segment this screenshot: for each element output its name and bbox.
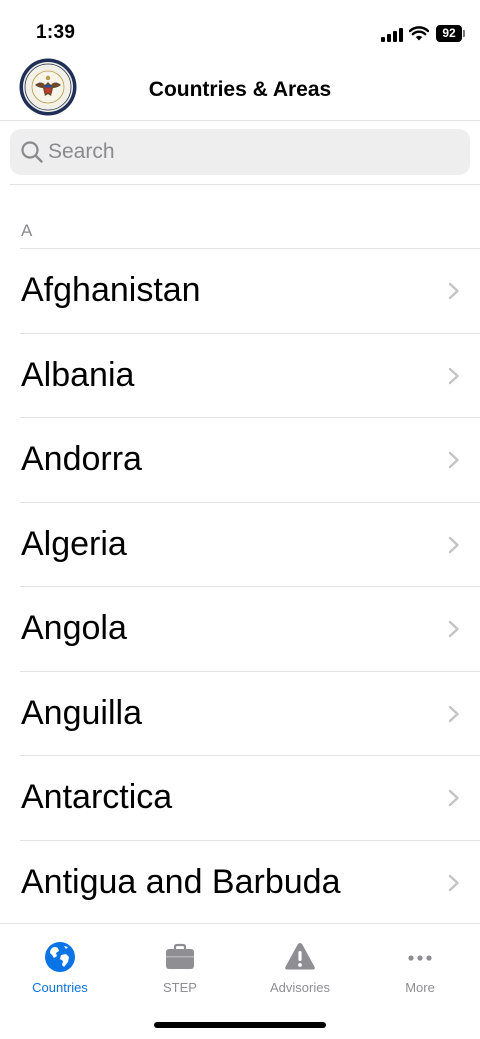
globe-icon bbox=[45, 942, 75, 972]
home-indicator[interactable] bbox=[154, 1022, 326, 1028]
country-list: Afghanistan Albania Andorra Algeria Ango… bbox=[0, 248, 480, 924]
status-bar: 1:39 92 bbox=[0, 0, 480, 56]
country-name: Anguilla bbox=[21, 693, 142, 732]
section-header-letter: A bbox=[21, 221, 33, 240]
tab-label: Countries bbox=[32, 980, 88, 995]
search-icon bbox=[21, 141, 43, 163]
country-name: Andorra bbox=[21, 440, 142, 478]
chevron-right-icon bbox=[448, 874, 459, 891]
country-name: Afghanistan bbox=[21, 271, 201, 309]
tab-step[interactable]: STEP bbox=[120, 924, 240, 1004]
country-name: Angola bbox=[21, 609, 127, 647]
search-input[interactable] bbox=[48, 129, 448, 175]
battery-icon: 92 bbox=[436, 25, 466, 42]
list-item-country[interactable]: Algeria bbox=[20, 501, 480, 587]
nav-bar: Countries & Areas bbox=[0, 56, 480, 120]
chevron-right-icon bbox=[448, 282, 459, 300]
tab-label: STEP bbox=[163, 980, 197, 995]
briefcase-icon bbox=[166, 943, 194, 969]
tab-label: More bbox=[405, 980, 435, 995]
country-name: Albania bbox=[21, 355, 135, 394]
chevron-right-icon bbox=[448, 451, 459, 469]
chevron-right-icon bbox=[448, 367, 459, 384]
chevron-right-icon bbox=[448, 789, 459, 807]
tab-advisories[interactable]: Advisories bbox=[240, 924, 360, 1004]
search-bar[interactable] bbox=[10, 129, 470, 175]
search-divider bbox=[10, 184, 480, 185]
list-item-country[interactable]: Antigua and Barbuda bbox=[20, 839, 480, 925]
warning-icon bbox=[285, 943, 315, 970]
cellular-signal-icon bbox=[381, 26, 405, 42]
battery-level: 92 bbox=[436, 25, 462, 42]
list-item-country[interactable]: Albania bbox=[20, 332, 480, 418]
tab-more[interactable]: More bbox=[360, 924, 480, 1004]
tab-countries[interactable]: Countries bbox=[0, 924, 120, 1004]
list-item-country[interactable]: Andorra bbox=[20, 417, 480, 502]
country-name: Antarctica bbox=[21, 778, 173, 816]
screen: 1:39 92 Countries & Areas Search A Afgha… bbox=[0, 0, 480, 1039]
list-item-country[interactable]: Anguilla bbox=[20, 670, 480, 756]
chevron-right-icon bbox=[448, 705, 459, 722]
chevron-right-icon bbox=[448, 536, 459, 553]
list-item-country[interactable]: Angola bbox=[20, 586, 480, 671]
nav-divider bbox=[0, 120, 480, 121]
status-time: 1:39 bbox=[36, 22, 76, 43]
chevron-right-icon bbox=[448, 620, 459, 638]
page-title: Countries & Areas bbox=[148, 78, 332, 101]
list-item-country[interactable]: Afghanistan bbox=[20, 248, 480, 333]
more-icon bbox=[408, 955, 432, 961]
wifi-icon bbox=[409, 26, 429, 41]
list-item-country[interactable]: Antarctica bbox=[20, 755, 480, 840]
country-name: Algeria bbox=[21, 524, 127, 563]
tab-label: Advisories bbox=[270, 980, 330, 995]
country-name: Antigua and Barbuda bbox=[21, 862, 341, 901]
